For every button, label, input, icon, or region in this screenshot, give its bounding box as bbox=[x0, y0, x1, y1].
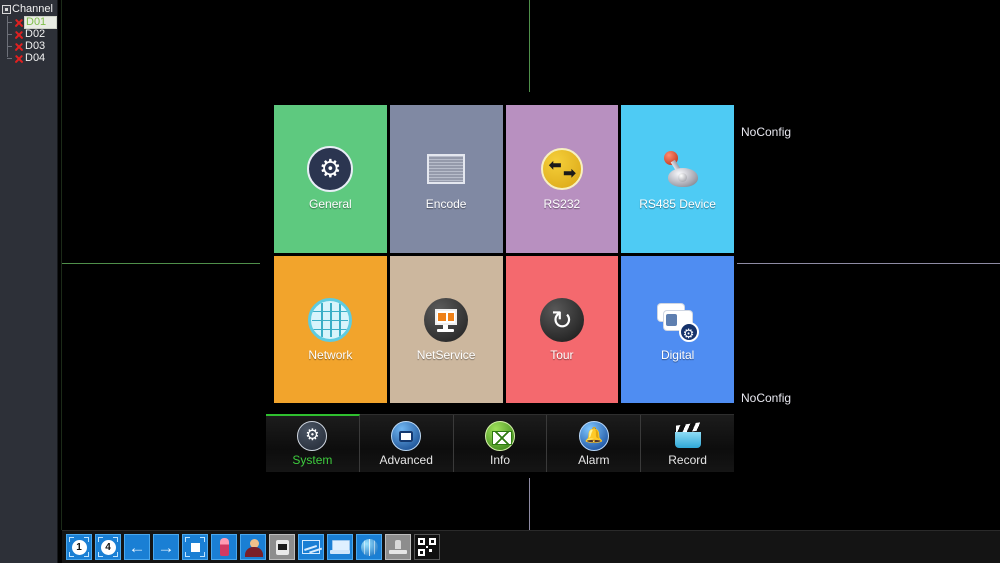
menu-tile-rs232[interactable]: ⬅ ➡ RS232 bbox=[505, 105, 619, 253]
menu-tile-tour[interactable]: ↻ Tour bbox=[505, 255, 619, 403]
menu-tile-rs485-device[interactable]: RS485 Device bbox=[621, 105, 734, 253]
menu-tile-label: RS232 bbox=[543, 197, 581, 212]
single-view-icon[interactable]: 1 bbox=[66, 534, 92, 560]
system-gears-icon: ⚙ bbox=[297, 421, 328, 451]
channel-list: D01 D02 D03 D04 bbox=[7, 15, 58, 64]
menu-category-tabbar: ⚙ System Advanced Info 🔔 Alarm Record bbox=[266, 414, 734, 472]
channel-tree-panel: Channel D01 D02 D03 D04 bbox=[0, 0, 58, 563]
network-globe-icon[interactable] bbox=[356, 534, 382, 560]
channel-item-d01[interactable]: D01 bbox=[7, 15, 58, 29]
menu-tile-network[interactable]: Network bbox=[274, 255, 387, 403]
video-divider-horizontal-right bbox=[737, 263, 1000, 264]
channel-tree-root[interactable]: Channel bbox=[2, 3, 57, 16]
tool-icon[interactable] bbox=[385, 534, 411, 560]
noconfig-label-bottom: NoConfig bbox=[741, 391, 792, 405]
arrow-left-icon[interactable]: ← bbox=[124, 534, 150, 560]
joystick-icon bbox=[655, 146, 701, 192]
channel-label: D02 bbox=[25, 27, 46, 40]
menu-tile-digital[interactable]: ⚙ Digital bbox=[621, 255, 734, 403]
menu-tile-general[interactable]: ⚙ General bbox=[274, 105, 387, 253]
menu-tile-label: Network bbox=[308, 347, 353, 362]
menu-tile-label: General bbox=[309, 197, 352, 212]
taskbar: 1 4 ← → bbox=[62, 530, 1000, 563]
menu-tile-label: NetService bbox=[416, 347, 476, 362]
chart-icon[interactable] bbox=[298, 534, 324, 560]
rs232-icon: ⬅ ➡ bbox=[539, 146, 585, 192]
menu-tile-netservice[interactable]: NetService bbox=[389, 255, 503, 403]
toolbox-icon bbox=[391, 420, 422, 451]
tab-record[interactable]: Record bbox=[641, 415, 734, 472]
monitor-icon bbox=[423, 297, 469, 343]
red-x-icon bbox=[13, 17, 24, 28]
refresh-icon: ↻ bbox=[539, 297, 585, 343]
channel-label: D01 bbox=[23, 15, 58, 29]
tab-label: Info bbox=[489, 452, 510, 467]
checkbox-icon[interactable] bbox=[2, 5, 11, 14]
camera-gear-icon: ⚙ bbox=[655, 297, 701, 343]
red-x-icon bbox=[13, 53, 24, 64]
noconfig-label-top: NoConfig bbox=[741, 125, 792, 139]
channel-label: D03 bbox=[25, 39, 46, 52]
bell-icon: 🔔 bbox=[578, 420, 609, 451]
video-pane-left-border bbox=[61, 0, 62, 530]
laptop-icon[interactable] bbox=[327, 534, 353, 560]
stop-record-icon[interactable] bbox=[182, 534, 208, 560]
encode-icon bbox=[423, 146, 469, 192]
red-x-icon bbox=[13, 29, 24, 40]
channel-item-d02[interactable]: D02 bbox=[7, 28, 57, 40]
info-envelope-icon bbox=[484, 420, 515, 451]
gears-icon: ⚙ bbox=[307, 146, 354, 193]
device-icon[interactable] bbox=[269, 534, 295, 560]
main-menu-grid: ⚙ General Encode ⬅ ➡ RS232 RS485 Device … bbox=[274, 105, 734, 403]
tab-label: System bbox=[292, 453, 333, 467]
dvr-screen: Channel D01 D02 D03 D04 NoConfig NoConfi… bbox=[0, 0, 1000, 563]
globe-icon bbox=[307, 297, 353, 343]
channel-item-d03[interactable]: D03 bbox=[7, 40, 57, 52]
red-x-icon bbox=[13, 41, 24, 52]
channel-tree-root-label: Channel bbox=[12, 3, 53, 15]
video-divider-horizontal-left bbox=[62, 263, 260, 264]
qrcode-icon[interactable] bbox=[414, 534, 440, 560]
tab-system[interactable]: ⚙ System bbox=[266, 414, 360, 472]
tab-label: Record bbox=[668, 452, 707, 467]
menu-tile-label: Tour bbox=[550, 347, 574, 362]
user-account-icon[interactable] bbox=[240, 534, 266, 560]
tab-label: Alarm bbox=[578, 452, 610, 467]
menu-tile-label: RS485 Device bbox=[639, 197, 716, 212]
tab-advanced[interactable]: Advanced bbox=[359, 415, 454, 472]
video-divider-vertical-bottom bbox=[529, 478, 530, 530]
menu-tile-label: Digital bbox=[660, 347, 695, 362]
taskbar-item-label: ← bbox=[128, 537, 146, 557]
channel-label: D04 bbox=[25, 51, 46, 64]
menu-tile-label: Encode bbox=[425, 197, 467, 212]
video-divider-vertical-top bbox=[529, 0, 530, 92]
tab-alarm[interactable]: 🔔 Alarm bbox=[547, 415, 642, 472]
quad-view-icon[interactable]: 4 bbox=[95, 534, 121, 560]
menu-tile-encode[interactable]: Encode bbox=[389, 105, 503, 253]
taskbar-item-label: → bbox=[157, 537, 175, 557]
arrow-right-icon[interactable]: → bbox=[153, 534, 179, 560]
tab-label: Advanced bbox=[379, 452, 433, 467]
motion-person-icon[interactable] bbox=[211, 534, 237, 560]
channel-item-d04[interactable]: D04 bbox=[7, 52, 57, 64]
tab-info[interactable]: Info bbox=[453, 415, 548, 472]
clapperboard-icon bbox=[673, 421, 703, 451]
